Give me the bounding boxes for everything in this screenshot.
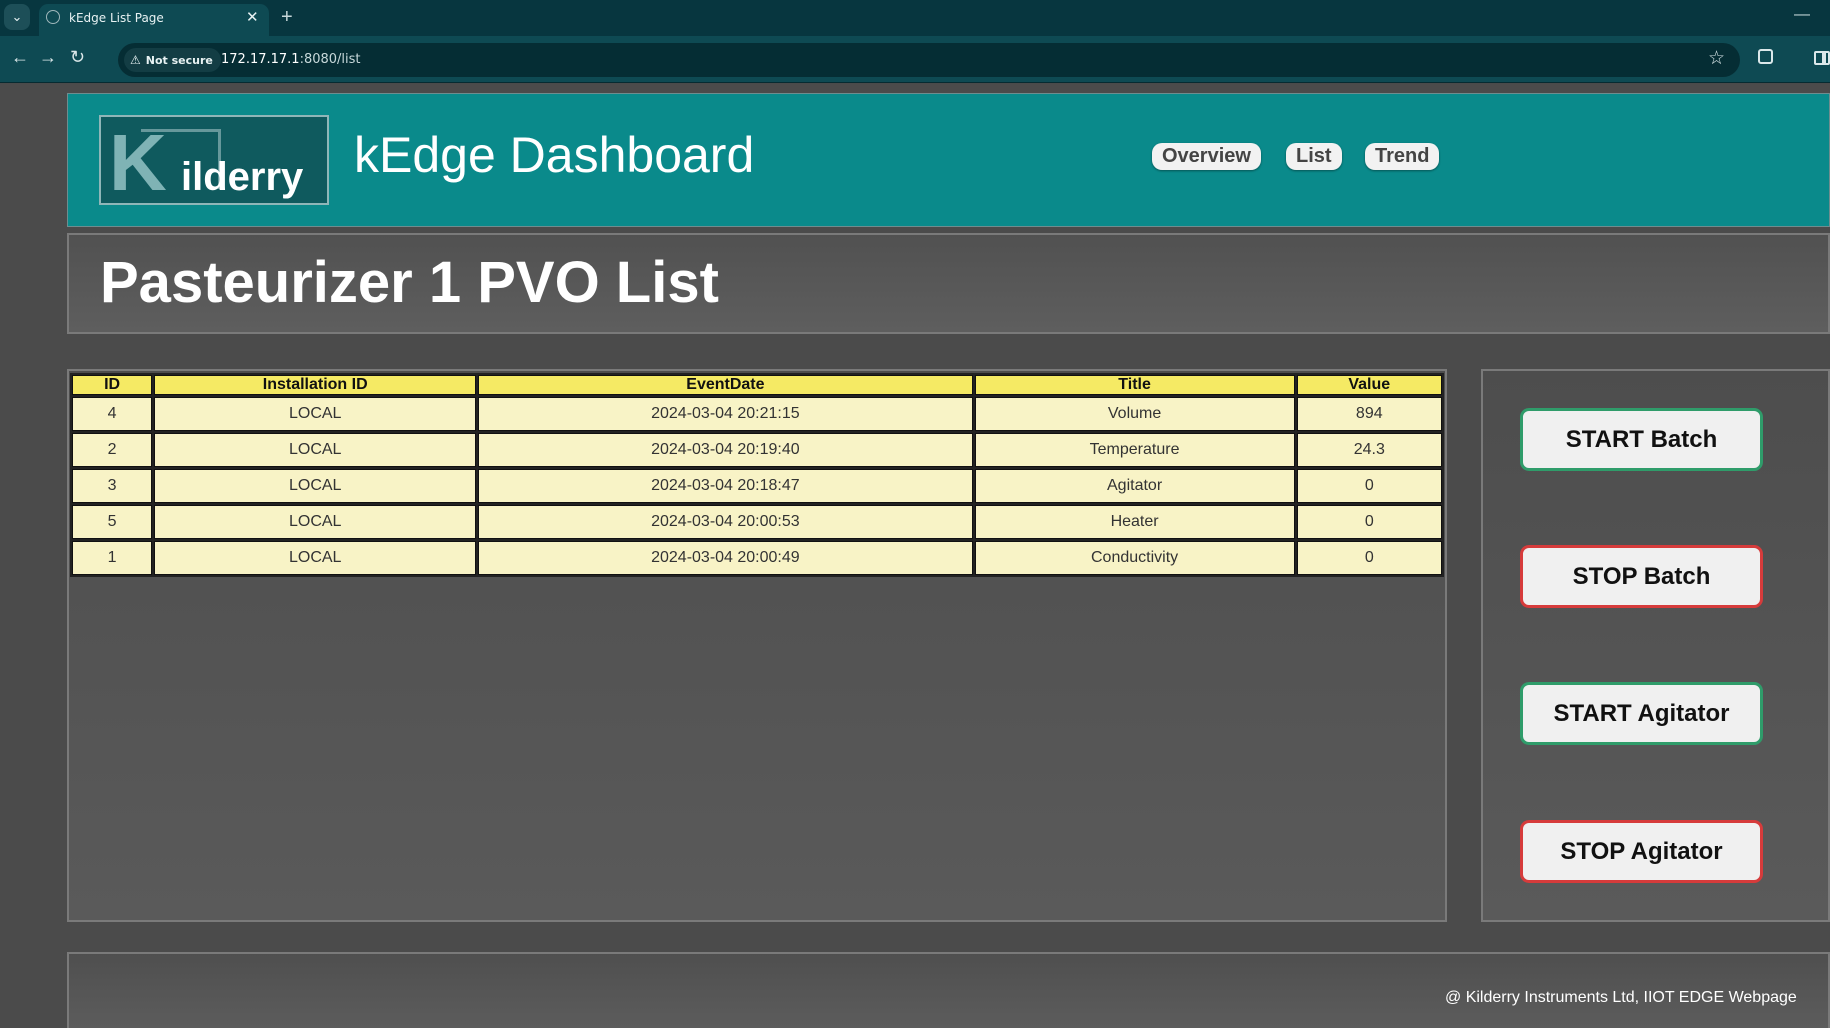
app-title: kEdge Dashboard — [354, 127, 755, 183]
cell-installation-id: LOCAL — [154, 541, 477, 575]
cell-value: 0 — [1296, 505, 1442, 539]
cell-event-date: 2024-03-04 20:18:47 — [478, 469, 973, 503]
cell-installation-id: LOCAL — [154, 469, 477, 503]
cell-id: 4 — [72, 397, 153, 431]
minimize-icon[interactable]: — — [1794, 6, 1810, 24]
url-path: :8080/list — [299, 52, 361, 67]
tab-title: kEdge List Page — [69, 11, 164, 25]
table-row: 1 LOCAL 2024-03-04 20:00:49 Conductivity… — [72, 541, 1442, 575]
browser-tab-strip — [0, 0, 1830, 36]
forward-arrow-icon[interactable]: → — [39, 47, 57, 68]
cell-event-date: 2024-03-04 20:19:40 — [478, 433, 973, 467]
cell-id: 2 — [72, 433, 153, 467]
cell-title: Conductivity — [974, 541, 1295, 575]
extensions-icon[interactable] — [1758, 49, 1773, 64]
url-host: 172.17.17.1 — [221, 52, 300, 67]
cell-event-date: 2024-03-04 20:00:49 — [478, 541, 973, 575]
cell-title: Volume — [974, 397, 1295, 431]
address-bar[interactable] — [118, 43, 1740, 77]
reload-icon[interactable]: ↻ — [70, 47, 85, 68]
table-row: 3 LOCAL 2024-03-04 20:18:47 Agitator 0 — [72, 469, 1442, 503]
security-indicator[interactable]: ⚠ Not secure — [124, 48, 221, 72]
cell-title: Agitator — [974, 469, 1295, 503]
globe-icon — [46, 10, 60, 24]
column-header-installation-id: Installation ID — [154, 375, 477, 395]
cell-value: 24.3 — [1296, 433, 1442, 467]
bookmark-star-icon[interactable]: ☆ — [1708, 47, 1725, 70]
cell-value: 894 — [1296, 397, 1442, 431]
side-panel-icon[interactable] — [1814, 51, 1830, 65]
logo-text: ilderry — [181, 155, 304, 199]
new-tab-icon[interactable]: + — [281, 6, 293, 29]
dashboard-header — [67, 93, 1830, 227]
table-row: 2 LOCAL 2024-03-04 20:19:40 Temperature … — [72, 433, 1442, 467]
warning-icon: ⚠ — [130, 53, 141, 67]
cell-installation-id: LOCAL — [154, 397, 477, 431]
tab-search-icon[interactable]: ⌄ — [4, 4, 30, 30]
back-arrow-icon[interactable]: ← — [11, 47, 29, 68]
footer-text: @ Kilderry Instruments Ltd, IIOT EDGE We… — [1445, 989, 1797, 1006]
cell-id: 5 — [72, 505, 153, 539]
cell-id: 3 — [72, 469, 153, 503]
kilderry-logo: K ilderry — [99, 115, 329, 205]
stop-agitator-button[interactable]: STOP Agitator — [1520, 820, 1763, 883]
security-label: Not secure — [145, 53, 213, 67]
column-header-value: Value — [1296, 375, 1442, 395]
url-text[interactable]: 172.17.17.1:8080/list — [221, 52, 361, 67]
cell-installation-id: LOCAL — [154, 505, 477, 539]
cell-installation-id: LOCAL — [154, 433, 477, 467]
page-title: Pasteurizer 1 PVO List — [100, 250, 719, 315]
pvo-table: ID Installation ID EventDate Title Value… — [70, 373, 1444, 577]
cell-event-date: 2024-03-04 20:00:53 — [478, 505, 973, 539]
column-header-id: ID — [72, 375, 153, 395]
nav-list[interactable]: List — [1286, 143, 1342, 170]
nav-overview[interactable]: Overview — [1152, 143, 1261, 170]
close-icon[interactable]: ✕ — [246, 8, 259, 26]
column-header-title: Title — [974, 375, 1295, 395]
column-header-event-date: EventDate — [478, 375, 973, 395]
start-agitator-button[interactable]: START Agitator — [1520, 682, 1763, 745]
cell-id: 1 — [72, 541, 153, 575]
cell-event-date: 2024-03-04 20:21:15 — [478, 397, 973, 431]
nav-trend[interactable]: Trend — [1365, 143, 1440, 170]
table-row: 4 LOCAL 2024-03-04 20:21:15 Volume 894 — [72, 397, 1442, 431]
table-header-row: ID Installation ID EventDate Title Value — [72, 375, 1442, 395]
cell-value: 0 — [1296, 541, 1442, 575]
start-batch-button[interactable]: START Batch — [1520, 408, 1763, 471]
cell-title: Temperature — [974, 433, 1295, 467]
table-row: 5 LOCAL 2024-03-04 20:00:53 Heater 0 — [72, 505, 1442, 539]
logo-letter: K — [109, 118, 167, 205]
cell-title: Heater — [974, 505, 1295, 539]
stop-batch-button[interactable]: STOP Batch — [1520, 545, 1763, 608]
cell-value: 0 — [1296, 469, 1442, 503]
